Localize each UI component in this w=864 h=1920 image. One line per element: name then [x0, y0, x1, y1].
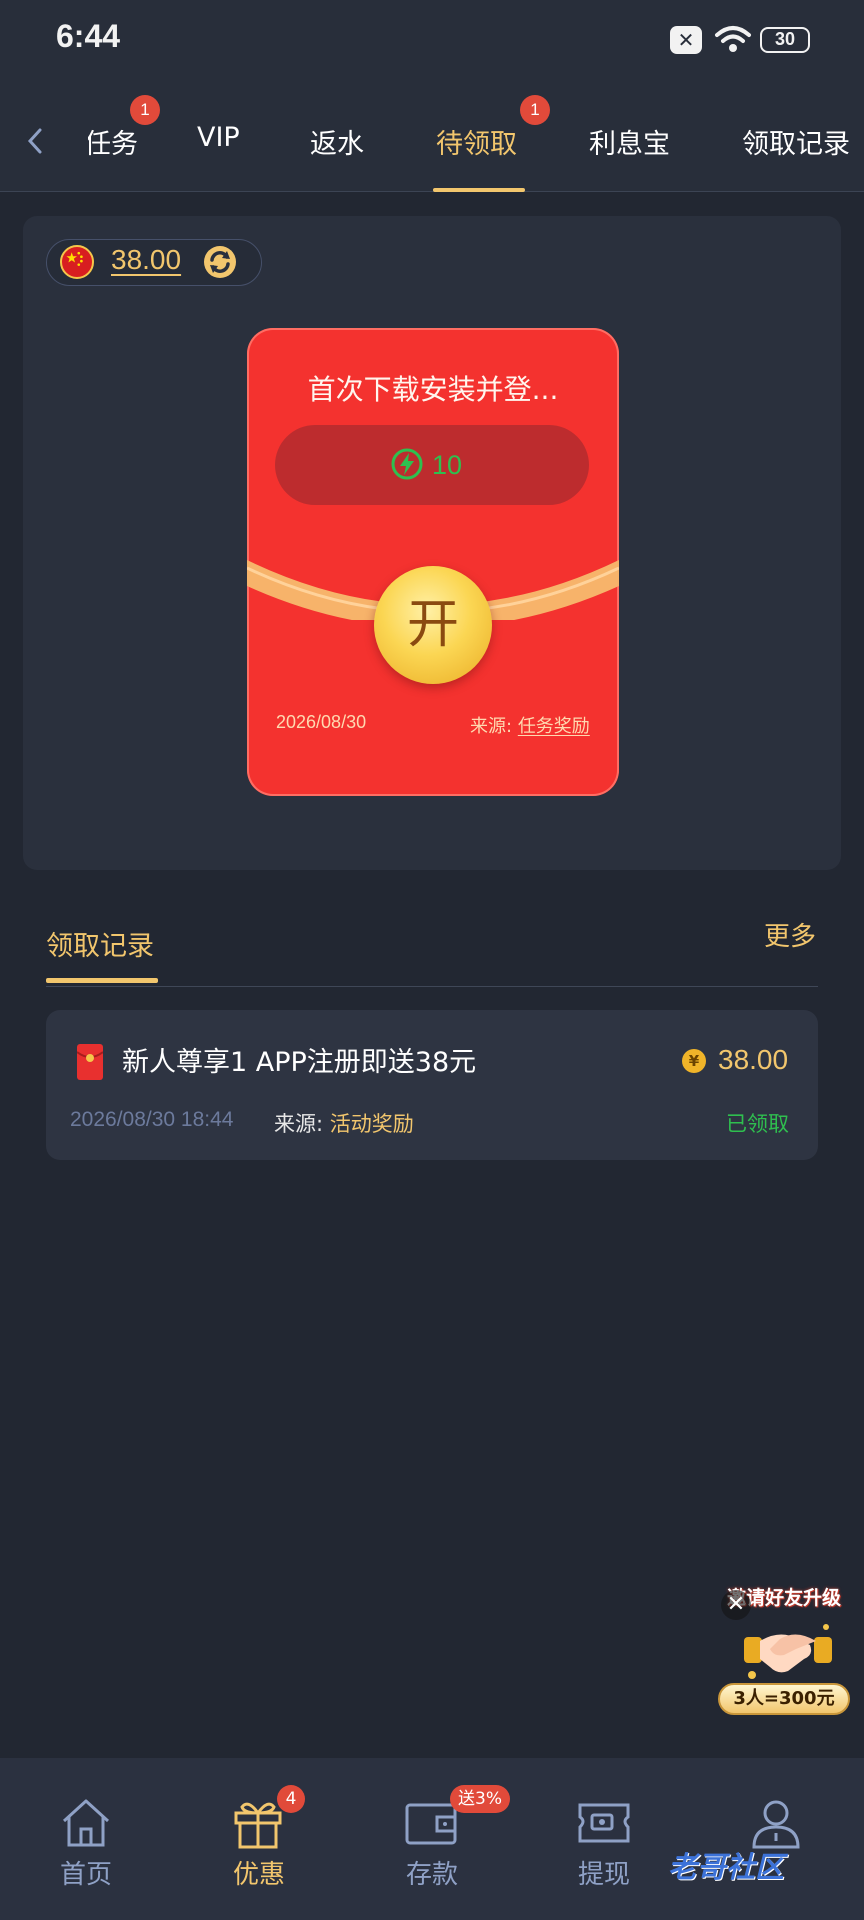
tab-pending-badge: 1: [520, 95, 550, 125]
tab-claim-records[interactable]: 领取记录: [742, 122, 850, 161]
tab-interest[interactable]: 利息宝: [589, 122, 670, 161]
user-icon[interactable]: [748, 1797, 804, 1849]
envelope-source-link[interactable]: 任务奖励: [518, 716, 590, 737]
tab-tasks-label: 任务: [88, 129, 138, 160]
nav-withdraw-label[interactable]: 提现: [544, 1854, 664, 1891]
tab-pending[interactable]: 待领取: [436, 122, 517, 161]
records-more-link[interactable]: 更多: [764, 916, 816, 953]
envelope-source-label: 来源:: [470, 716, 513, 737]
china-flag-icon: [60, 245, 94, 279]
battery-icon: 30: [760, 27, 810, 53]
open-envelope-button[interactable]: 开: [374, 566, 492, 684]
tab-vip[interactable]: VIP: [197, 122, 240, 153]
wifi-icon: [715, 26, 751, 52]
tab-tasks[interactable]: 任务: [88, 110, 138, 170]
promo-close-icon[interactable]: ✕: [721, 1590, 751, 1620]
handshake-icon: [744, 1624, 832, 1679]
red-packet-icon: [77, 1044, 103, 1080]
nav-home-label[interactable]: 首页: [26, 1854, 146, 1891]
records-underline: [46, 978, 158, 983]
tab-active-indicator: [433, 188, 525, 192]
record-time: 2026/08/30 18:44: [70, 1108, 234, 1131]
envelope-source: 来源: 任务奖励: [470, 712, 590, 738]
record-amount: 38.00: [718, 1044, 789, 1075]
envelope-date: 2026/08/30: [276, 712, 367, 732]
record-name: 新人尊享1 APP注册即送38元: [122, 1047, 477, 1078]
refresh-icon[interactable]: [202, 244, 238, 280]
yuan-coin-icon: ¥: [682, 1049, 706, 1073]
envelope-title: 首次下载安装并登...: [307, 373, 559, 406]
status-time: 6:44: [56, 18, 121, 54]
lightning-icon: [391, 448, 423, 480]
record-item[interactable]: [46, 1010, 818, 1160]
tab-rebate[interactable]: 返水: [310, 122, 364, 161]
nav-deposit-badge: 送3%: [450, 1785, 510, 1813]
tab-tasks-badge: 1: [130, 95, 160, 125]
balance-amount: 38.00: [111, 244, 182, 275]
nav-deposit-label[interactable]: 存款: [372, 1854, 492, 1891]
back-chevron-icon[interactable]: [24, 126, 46, 156]
record-source-label: 来源:: [274, 1112, 324, 1136]
nav-promo-label[interactable]: 优惠: [199, 1854, 319, 1891]
withdraw-ticket-icon[interactable]: [576, 1797, 632, 1849]
record-source: 来源: 活动奖励: [274, 1108, 414, 1138]
nav-promo-badge: 4: [277, 1785, 305, 1813]
record-status: 已领取: [726, 1112, 789, 1136]
envelope-points: 10: [432, 450, 463, 480]
promo-plate: 3人=300元: [718, 1683, 850, 1715]
notification-x-icon: ✕: [670, 26, 702, 54]
record-source-value: 活动奖励: [329, 1112, 414, 1136]
records-divider: [46, 986, 818, 987]
home-icon[interactable]: [58, 1797, 114, 1849]
records-title[interactable]: 领取记录: [46, 924, 154, 963]
watermark: 老哥社区: [668, 1850, 785, 1884]
